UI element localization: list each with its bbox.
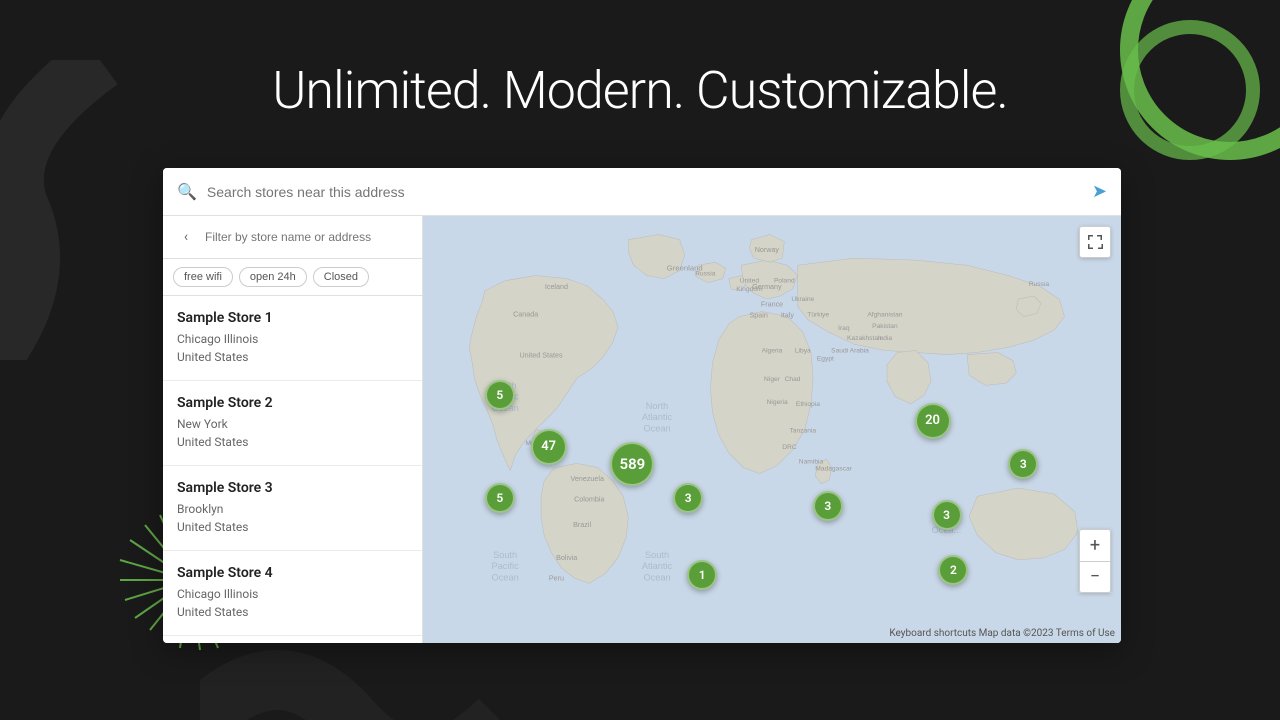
store-item-4[interactable]: Sample Store 4 Chicago Illinois United S… (163, 551, 422, 636)
svg-text:Madagascar: Madagascar (815, 466, 852, 473)
store-name-4: Sample Store 4 (177, 565, 408, 581)
svg-text:Russia: Russia (1029, 281, 1050, 288)
svg-text:Chad: Chad (785, 376, 801, 383)
svg-text:Algeria: Algeria (762, 348, 783, 355)
store-city-1: Chicago Illinois United States (177, 330, 408, 366)
svg-text:Colombia: Colombia (574, 495, 604, 503)
map-zoom-controls: + − (1079, 529, 1111, 593)
svg-text:Atlantic: Atlantic (642, 412, 673, 422)
svg-text:Atlantic: Atlantic (642, 561, 673, 571)
tag-open-24h[interactable]: open 24h (239, 267, 307, 287)
store-item-2[interactable]: Sample Store 2 New York United States (163, 381, 422, 466)
svg-text:Afghanistan: Afghanistan (867, 312, 902, 319)
svg-text:Canada: Canada (513, 311, 538, 319)
map-marker-1-sa[interactable]: 1 (687, 560, 717, 590)
zoom-out-button[interactable]: − (1079, 561, 1111, 593)
svg-text:Norway: Norway (755, 246, 780, 254)
tags-bar: free wifi open 24h Closed (163, 259, 422, 296)
store-city-4: Chicago Illinois United States (177, 585, 408, 621)
map-marker-3-eastafrica[interactable]: 3 (932, 500, 962, 530)
back-button[interactable]: ‹ (173, 224, 199, 250)
store-city-3: Brooklyn United States (177, 500, 408, 536)
zoom-in-button[interactable]: + (1079, 529, 1111, 561)
svg-text:Ethiopia: Ethiopia (796, 401, 820, 408)
store-item-5[interactable]: Sample Store 5 (163, 636, 422, 643)
svg-text:Bolivia: Bolivia (556, 554, 577, 562)
map-marker-47[interactable]: 47 (531, 429, 567, 465)
svg-text:Iraq: Iraq (838, 325, 850, 332)
headline: Unlimited. Modern. Customizable. (0, 60, 1280, 121)
svg-text:Tanzania: Tanzania (789, 428, 816, 435)
svg-text:France: France (761, 300, 783, 308)
svg-text:Russia: Russia (695, 271, 716, 278)
svg-text:Ocean: Ocean (643, 424, 670, 434)
location-icon[interactable]: ➤ (1092, 181, 1107, 202)
svg-text:United States: United States (520, 352, 563, 360)
store-name-3: Sample Store 3 (177, 480, 408, 496)
search-bar: 🔍 ➤ (163, 168, 1121, 216)
svg-text:Pacific: Pacific (492, 561, 520, 571)
svg-text:Saudi Arabia: Saudi Arabia (831, 348, 869, 355)
tag-free-wifi[interactable]: free wifi (173, 267, 233, 287)
svg-text:Ukraine: Ukraine (791, 296, 814, 303)
svg-text:Iceland: Iceland (545, 283, 568, 291)
store-name-1: Sample Store 1 (177, 310, 408, 326)
map-area[interactable]: North Pacific Ocean North Atlantic Ocean… (423, 216, 1121, 643)
svg-text:South: South (645, 550, 669, 560)
store-item-1[interactable]: Sample Store 1 Chicago Illinois United S… (163, 296, 422, 381)
svg-text:Egypt: Egypt (817, 356, 834, 363)
map-marker-5-west[interactable]: 5 (485, 380, 515, 410)
store-item-3[interactable]: Sample Store 3 Brooklyn United States (163, 466, 422, 551)
svg-text:Namibia: Namibia (799, 458, 824, 465)
map-attribution: Keyboard shortcuts Map data ©2023 Terms … (889, 628, 1115, 639)
svg-text:India: India (878, 335, 893, 342)
map-marker-589[interactable]: 589 (610, 442, 654, 486)
filter-input[interactable] (205, 230, 412, 244)
svg-text:UnitedKingdom: UnitedKingdom (736, 278, 763, 293)
svg-text:Ocean: Ocean (643, 572, 670, 582)
svg-text:Libya: Libya (795, 348, 811, 355)
store-list[interactable]: Sample Store 1 Chicago Illinois United S… (163, 296, 422, 643)
filter-bar: ‹ (163, 216, 422, 259)
map-expand-button[interactable] (1079, 226, 1111, 258)
svg-text:Nigeria: Nigeria (767, 399, 788, 406)
tag-closed[interactable]: Closed (313, 267, 369, 287)
svg-text:Türkiye: Türkiye (807, 312, 829, 319)
world-map: North Pacific Ocean North Atlantic Ocean… (423, 216, 1121, 643)
svg-text:Ocean: Ocean (492, 572, 519, 582)
svg-text:Spain: Spain (749, 312, 767, 320)
store-name-2: Sample Store 2 (177, 395, 408, 411)
svg-text:DRC: DRC (782, 444, 797, 451)
svg-text:Italy: Italy (781, 312, 795, 320)
map-marker-3-carib[interactable]: 3 (673, 483, 703, 513)
svg-text:North: North (646, 401, 669, 411)
svg-text:South: South (493, 550, 517, 560)
svg-text:Pakistan: Pakistan (872, 323, 898, 330)
map-marker-2-safrica[interactable]: 2 (938, 555, 968, 585)
svg-text:Poland: Poland (774, 278, 795, 285)
store-locator-widget: 🔍 ➤ ‹ free wifi open 24h Closed Sample S… (163, 168, 1121, 643)
svg-text:Brazil: Brazil (573, 521, 591, 529)
search-input[interactable] (207, 184, 1092, 200)
left-panel: ‹ free wifi open 24h Closed Sample Store… (163, 216, 423, 643)
content-area: ‹ free wifi open 24h Closed Sample Store… (163, 216, 1121, 643)
map-marker-3-westafrica[interactable]: 3 (813, 491, 843, 521)
svg-text:Niger: Niger (764, 376, 781, 383)
store-city-2: New York United States (177, 415, 408, 451)
map-marker-3-mideast[interactable]: 3 (1008, 449, 1038, 479)
svg-text:Peru: Peru (549, 574, 564, 582)
svg-text:Venezuela: Venezuela (570, 475, 604, 483)
map-marker-20-europe[interactable]: 20 (915, 403, 951, 439)
map-marker-5-mexico[interactable]: 5 (485, 483, 515, 513)
search-icon: 🔍 (177, 182, 197, 201)
